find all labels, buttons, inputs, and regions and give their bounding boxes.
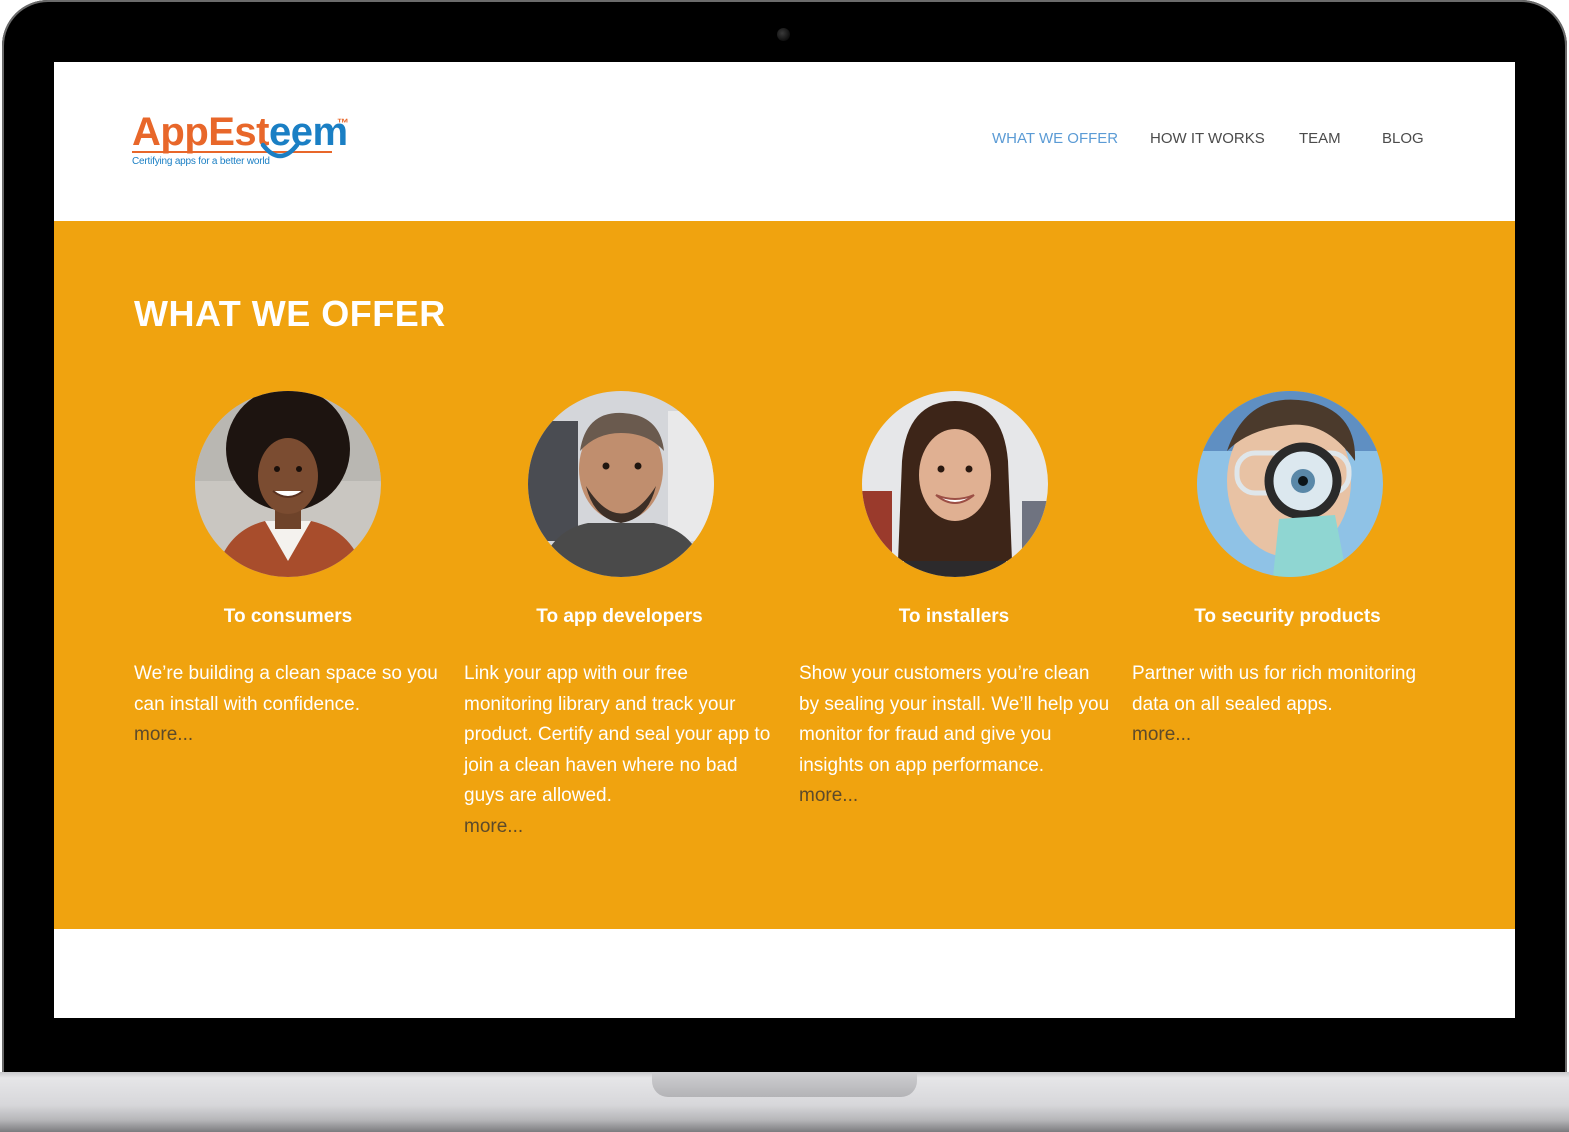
developer-photo — [528, 391, 714, 577]
column-description: Partner with us for rich monitoring data… — [1132, 659, 1447, 751]
nav-item-how-it-works[interactable]: HOW IT WORKS — [1150, 130, 1265, 147]
section-title: WHAT WE OFFER — [134, 293, 446, 334]
nav-item-what-we-offer[interactable]: WHAT WE OFFER — [992, 130, 1118, 147]
more-link-security-products[interactable]: more... — [1132, 720, 1447, 751]
nav-item-team[interactable]: TEAM — [1299, 130, 1341, 147]
column-title: To consumers — [223, 606, 353, 627]
more-link-installers[interactable]: more... — [799, 781, 1114, 812]
column-description: We’re building a clean space so you can … — [134, 659, 449, 751]
what-we-offer-section: WHAT WE OFFER To consumers We’re buildin… — [54, 221, 1515, 929]
column-description: Show your customers you’re clean by seal… — [799, 659, 1114, 812]
installer-photo — [862, 391, 1048, 577]
logo-underline — [132, 151, 332, 153]
nav-item-blog[interactable]: BLOG — [1382, 130, 1424, 147]
column-description: Link your app with our free monitoring l… — [464, 659, 779, 842]
laptop-opening-notch — [652, 1072, 917, 1097]
consumer-photo — [195, 391, 381, 577]
column-text: Link your app with our free monitoring l… — [464, 663, 771, 806]
logo-trademark: ™ — [337, 116, 349, 130]
logo-tagline: Certifying apps for a better world — [132, 156, 270, 167]
laptop-frame: AppEsteem ™ Certifying apps for a better… — [0, 0, 1569, 1132]
site-header: AppEsteem ™ Certifying apps for a better… — [54, 62, 1515, 221]
column-title: To installers — [898, 606, 1010, 627]
browser-viewport: AppEsteem ™ Certifying apps for a better… — [54, 62, 1515, 1018]
webcam-icon — [777, 28, 790, 41]
column-text: We’re building a clean space so you can … — [134, 663, 438, 715]
more-link-app-developers[interactable]: more... — [464, 812, 779, 843]
column-text: Partner with us for rich monitoring data… — [1132, 663, 1417, 715]
column-title: To security products — [1194, 606, 1381, 627]
next-section-start — [54, 929, 1515, 1018]
main-nav: WHAT WE OFFER HOW IT WORKS TEAM BLOG — [54, 130, 1515, 150]
more-link-consumers[interactable]: more... — [134, 720, 449, 751]
column-text: Show your customers you’re clean by seal… — [799, 663, 1110, 776]
security-photo — [1197, 391, 1383, 577]
column-title: To app developers — [536, 606, 703, 627]
